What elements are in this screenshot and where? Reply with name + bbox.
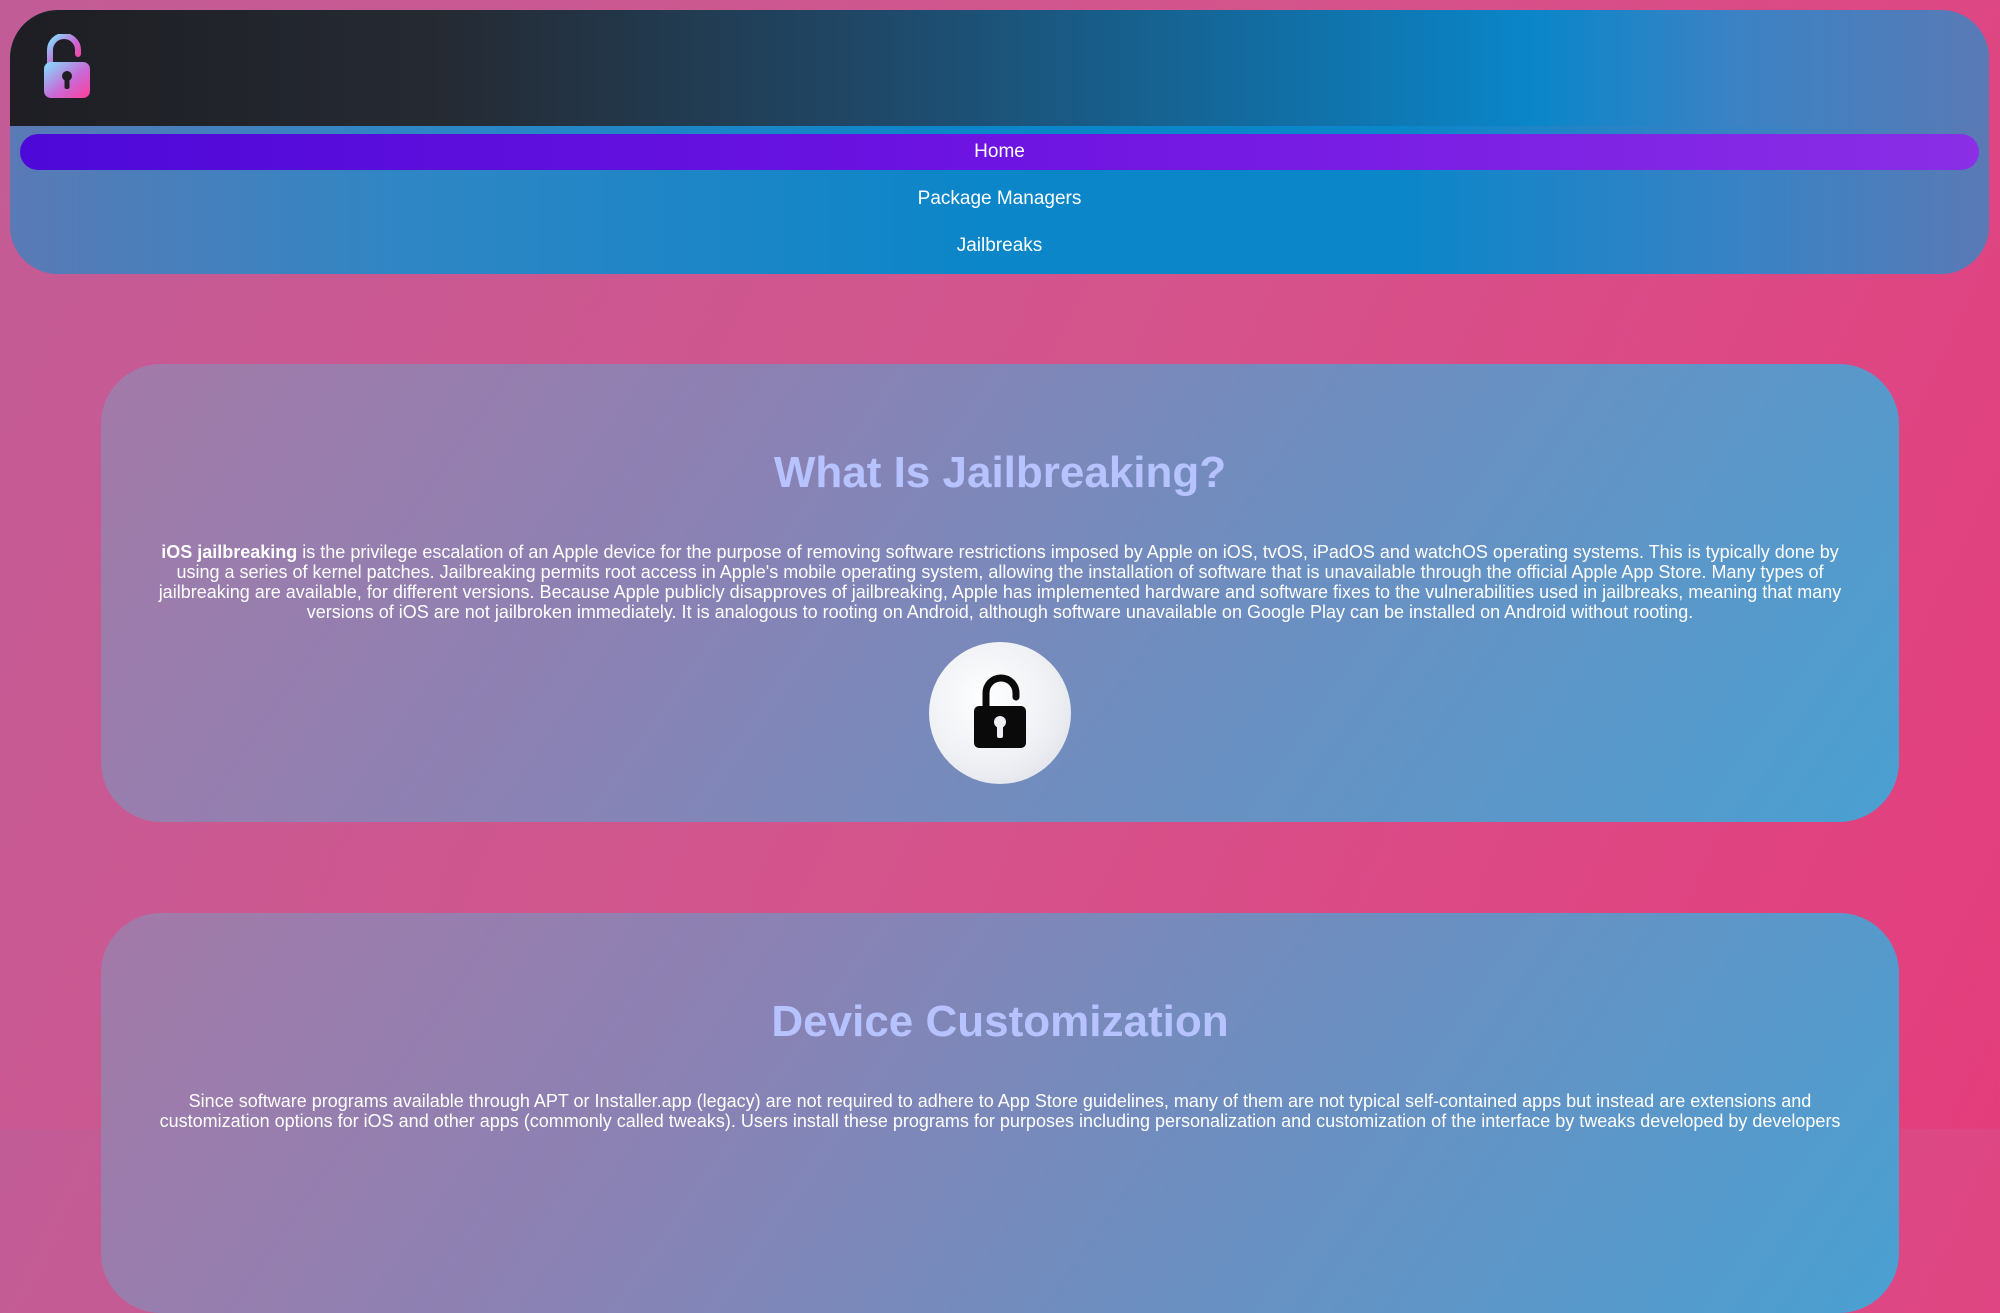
section-what-is-jailbreaking: What Is Jailbreaking? iOS jailbreaking i…: [101, 364, 1899, 822]
main-nav: Home Package Managers Jailbreaks: [10, 126, 1989, 274]
unlocked-padlock-icon[interactable]: [40, 34, 92, 100]
section-body-text: Since software programs available throug…: [159, 1091, 1841, 1131]
section-body: iOS jailbreaking is the privilege escala…: [145, 542, 1855, 622]
padlock-image: [929, 642, 1071, 784]
top-bar: [10, 10, 1989, 126]
section-title: What Is Jailbreaking?: [773, 448, 1227, 497]
nav-home[interactable]: Home: [20, 134, 1979, 170]
unlocked-padlock-icon: [974, 674, 1026, 748]
lead-term: iOS jailbreaking: [161, 542, 298, 562]
site-header: Home Package Managers Jailbreaks: [10, 10, 1989, 274]
section-title: Device Customization: [771, 997, 1229, 1046]
section-body-text: is the privilege escalation of an Apple …: [158, 542, 1842, 622]
nav-jailbreaks[interactable]: Jailbreaks: [10, 228, 1989, 264]
nav-package-managers[interactable]: Package Managers: [10, 181, 1989, 217]
section-device-customization: Device Customization Since software prog…: [101, 913, 1899, 1313]
